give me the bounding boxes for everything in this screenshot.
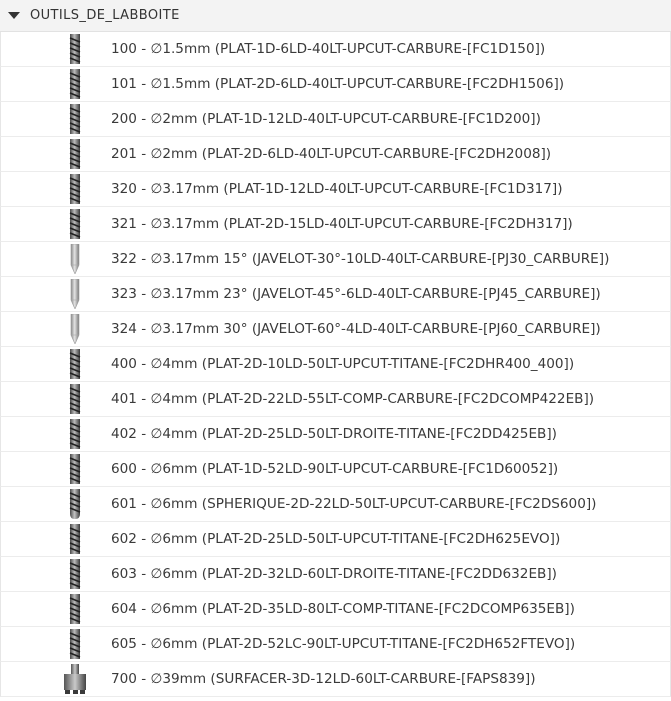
tool-label: 602 - ∅6mm (PLAT-2D-25LD-50LT-UPCUT-TITA… <box>111 531 561 547</box>
tool-row[interactable]: 200 - ∅2mm (PLAT-1D-12LD-40LT-UPCUT-CARB… <box>0 102 671 137</box>
tool-library-panel: OUTILS_DE_LABBOITE 100 - ∅1.5mm (PLAT-1D… <box>0 0 671 701</box>
tool-list: 100 - ∅1.5mm (PLAT-1D-6LD-40LT-UPCUT-CAR… <box>0 32 671 697</box>
tool-row[interactable]: 600 - ∅6mm (PLAT-1D-52LD-90LT-UPCUT-CARB… <box>0 452 671 487</box>
tool-row[interactable]: 605 - ∅6mm (PLAT-2D-52LC-90LT-UPCUT-TITA… <box>0 627 671 662</box>
tool-row[interactable]: 320 - ∅3.17mm (PLAT-1D-12LD-40LT-UPCUT-C… <box>0 172 671 207</box>
flat-endmill-icon <box>60 139 90 169</box>
tool-group-header[interactable]: OUTILS_DE_LABBOITE <box>0 0 671 32</box>
tool-label: 401 - ∅4mm (PLAT-2D-22LD-55LT-COMP-CARBU… <box>111 391 595 407</box>
tool-label: 323 - ∅3.17mm 23° (JAVELOT-45°-6LD-40LT-… <box>111 286 601 302</box>
expand-caret-icon[interactable] <box>8 12 20 19</box>
flat-endmill-icon <box>60 209 90 239</box>
flat-endmill-icon <box>60 34 90 64</box>
tool-label: 400 - ∅4mm (PLAT-2D-10LD-50LT-UPCUT-TITA… <box>111 356 575 372</box>
tool-label: 700 - ∅39mm (SURFACER-3D-12LD-60LT-CARBU… <box>111 671 536 687</box>
tool-label: 321 - ∅3.17mm (PLAT-2D-15LD-40LT-UPCUT-C… <box>111 216 573 232</box>
face-mill-icon <box>60 664 90 694</box>
engraving-tool-icon <box>60 279 90 309</box>
flat-endmill-icon <box>60 174 90 204</box>
tool-row[interactable]: 201 - ∅2mm (PLAT-2D-6LD-40LT-UPCUT-CARBU… <box>0 137 671 172</box>
flat-endmill-icon <box>60 69 90 99</box>
tool-label: 402 - ∅4mm (PLAT-2D-25LD-50LT-DROITE-TIT… <box>111 426 557 442</box>
tool-label: 100 - ∅1.5mm (PLAT-1D-6LD-40LT-UPCUT-CAR… <box>111 41 546 57</box>
engraving-tool-icon <box>60 244 90 274</box>
flat-endmill-icon <box>60 454 90 484</box>
tool-row[interactable]: 321 - ∅3.17mm (PLAT-2D-15LD-40LT-UPCUT-C… <box>0 207 671 242</box>
flat-endmill-icon <box>60 629 90 659</box>
flat-endmill-icon <box>60 559 90 589</box>
tool-label: 322 - ∅3.17mm 15° (JAVELOT-30°-10LD-40LT… <box>111 251 610 267</box>
tool-row[interactable]: 700 - ∅39mm (SURFACER-3D-12LD-60LT-CARBU… <box>0 662 671 697</box>
tool-label: 601 - ∅6mm (SPHERIQUE-2D-22LD-50LT-UPCUT… <box>111 496 597 512</box>
flat-endmill-icon <box>60 524 90 554</box>
tool-row[interactable]: 603 - ∅6mm (PLAT-2D-32LD-60LT-DROITE-TIT… <box>0 557 671 592</box>
tool-label: 605 - ∅6mm (PLAT-2D-52LC-90LT-UPCUT-TITA… <box>111 636 576 652</box>
tool-label: 320 - ∅3.17mm (PLAT-1D-12LD-40LT-UPCUT-C… <box>111 181 563 197</box>
flat-endmill-icon <box>60 419 90 449</box>
tool-row[interactable]: 323 - ∅3.17mm 23° (JAVELOT-45°-6LD-40LT-… <box>0 277 671 312</box>
tool-row[interactable]: 101 - ∅1.5mm (PLAT-2D-6LD-40LT-UPCUT-CAR… <box>0 67 671 102</box>
tool-label: 604 - ∅6mm (PLAT-2D-35LD-80LT-COMP-TITAN… <box>111 601 575 617</box>
engraving-tool-icon <box>60 314 90 344</box>
tool-label: 101 - ∅1.5mm (PLAT-2D-6LD-40LT-UPCUT-CAR… <box>111 76 565 92</box>
flat-endmill-icon <box>60 384 90 414</box>
flat-endmill-icon <box>60 594 90 624</box>
tool-group-name: OUTILS_DE_LABBOITE <box>30 8 180 23</box>
tool-label: 200 - ∅2mm (PLAT-1D-12LD-40LT-UPCUT-CARB… <box>111 111 541 127</box>
flat-endmill-icon <box>60 104 90 134</box>
ball-endmill-icon <box>60 489 90 519</box>
tool-label: 324 - ∅3.17mm 30° (JAVELOT-60°-4LD-40LT-… <box>111 321 601 337</box>
flat-endmill-icon <box>60 349 90 379</box>
tool-row[interactable]: 400 - ∅4mm (PLAT-2D-10LD-50LT-UPCUT-TITA… <box>0 347 671 382</box>
tool-label: 603 - ∅6mm (PLAT-2D-32LD-60LT-DROITE-TIT… <box>111 566 557 582</box>
tool-row[interactable]: 604 - ∅6mm (PLAT-2D-35LD-80LT-COMP-TITAN… <box>0 592 671 627</box>
tool-row[interactable]: 100 - ∅1.5mm (PLAT-1D-6LD-40LT-UPCUT-CAR… <box>0 32 671 67</box>
tool-row[interactable]: 402 - ∅4mm (PLAT-2D-25LD-50LT-DROITE-TIT… <box>0 417 671 452</box>
tool-label: 600 - ∅6mm (PLAT-1D-52LD-90LT-UPCUT-CARB… <box>111 461 559 477</box>
tool-row[interactable]: 602 - ∅6mm (PLAT-2D-25LD-50LT-UPCUT-TITA… <box>0 522 671 557</box>
tool-row[interactable]: 324 - ∅3.17mm 30° (JAVELOT-60°-4LD-40LT-… <box>0 312 671 347</box>
tool-label: 201 - ∅2mm (PLAT-2D-6LD-40LT-UPCUT-CARBU… <box>111 146 552 162</box>
tool-row[interactable]: 322 - ∅3.17mm 15° (JAVELOT-30°-10LD-40LT… <box>0 242 671 277</box>
tool-row[interactable]: 601 - ∅6mm (SPHERIQUE-2D-22LD-50LT-UPCUT… <box>0 487 671 522</box>
tool-row[interactable]: 401 - ∅4mm (PLAT-2D-22LD-55LT-COMP-CARBU… <box>0 382 671 417</box>
